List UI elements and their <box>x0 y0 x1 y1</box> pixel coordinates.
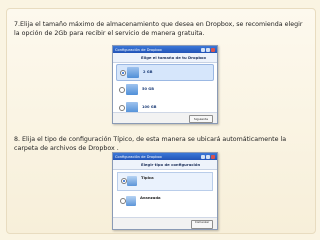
option-advanced[interactable]: Avanzada <box>117 193 213 212</box>
dropbox-box-icon <box>127 67 139 78</box>
minimize-icon[interactable] <box>201 154 205 159</box>
typical-setup-icon <box>127 176 137 186</box>
step-7-text: 7.Elija el tamaño máximo de almacenamien… <box>14 21 303 37</box>
close-icon[interactable] <box>211 154 215 159</box>
slide: 7.Elija el tamaño máximo de almacenamien… <box>0 0 320 240</box>
install-button[interactable]: Comenzar <box>191 220 213 229</box>
option-title: Avanzada <box>140 195 161 200</box>
option-label: 50 GB <box>142 87 154 91</box>
dialog-footer: Siguiente <box>113 112 217 123</box>
dialog-heading: Elegir tipo de configuración <box>141 162 201 167</box>
dropbox-size-dialog: Configuración de Dropbox Elige el tamaño… <box>112 45 218 124</box>
dialog-title: Configuración de Dropbox <box>115 47 162 52</box>
dialog-footer: Comenzar <box>113 217 217 229</box>
dialog-header: Elige el tamaño de tu Dropbox <box>113 53 217 63</box>
dialog-titlebar: Configuración de Dropbox <box>113 46 217 53</box>
close-icon[interactable] <box>211 47 215 52</box>
option-2gb[interactable]: 2 GB <box>116 64 214 81</box>
option-label: 100 GB <box>142 105 157 109</box>
minimize-icon[interactable] <box>201 47 205 52</box>
dialog-titlebar: Configuración de Dropbox <box>113 153 217 160</box>
dropbox-setup-type-dialog: Configuración de Dropbox Elegir tipo de … <box>112 152 218 230</box>
radio-button[interactable] <box>120 70 126 76</box>
advanced-setup-icon <box>126 196 136 206</box>
maximize-icon[interactable] <box>206 154 210 159</box>
dialog-header: Elegir tipo de configuración <box>113 160 217 170</box>
option-title: Típica <box>141 175 154 180</box>
step-8-text: 8. Elija el tipo de configuración Típico… <box>14 136 287 152</box>
maximize-icon[interactable] <box>206 47 210 52</box>
dialog-heading: Elige el tamaño de tu Dropbox <box>141 55 207 60</box>
next-button[interactable]: Siguiente <box>189 115 213 123</box>
dropbox-box-icon <box>126 84 138 95</box>
radio-button[interactable] <box>119 105 125 111</box>
option-label: 2 GB <box>143 70 153 74</box>
dialog-title: Configuración de Dropbox <box>115 154 162 159</box>
option-50gb[interactable]: 50 GB <box>116 82 214 99</box>
radio-button[interactable] <box>119 87 125 93</box>
option-typical[interactable]: Típica <box>117 172 213 191</box>
